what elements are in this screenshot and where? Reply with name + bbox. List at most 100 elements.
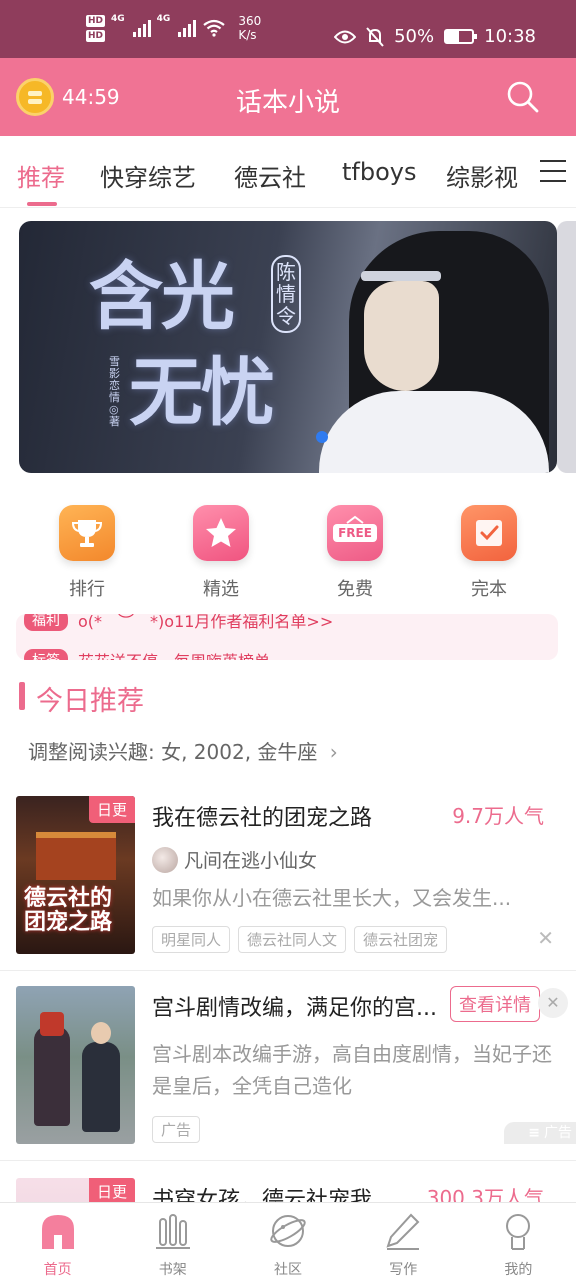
network-type: 4G: [111, 14, 125, 24]
book-popularity: 300.3万人气: [426, 1186, 544, 1202]
interest-text: 调整阅读兴趣: 女, 2002, 金牛座: [28, 740, 318, 764]
trophy-icon: [59, 505, 115, 561]
nav-label: 书架: [158, 1262, 187, 1278]
close-ad-icon[interactable]: ✕: [538, 988, 568, 1018]
battery-icon: [444, 29, 478, 44]
ad-card[interactable]: 宫斗剧情改编，满足你的宫... 查看详情 ✕ 宫斗剧本改编手游，高自由度剧情，当…: [0, 986, 576, 1146]
banner-subtitle: 陈情令: [271, 255, 301, 333]
tab-deyunshe[interactable]: 德云社: [234, 158, 306, 193]
ad-figure: [82, 1042, 120, 1132]
book-author[interactable]: 凡间在逃小仙女: [152, 846, 317, 873]
bookshelf-icon: [155, 1214, 190, 1249]
community-icon: [270, 1215, 306, 1247]
menu-icon[interactable]: [540, 160, 566, 182]
clock: 10:38: [484, 26, 536, 47]
category-tabs: 推荐 快穿综艺 德云社 tfboys 综影视: [0, 136, 576, 208]
ad-mark-text: 广告: [544, 1125, 572, 1141]
book-title[interactable]: 我在德云社的团宠之路: [152, 800, 372, 832]
status-bar: HD HD 4G 4G 360 K/s 50% 10:38: [0, 0, 576, 58]
nav-profile[interactable]: 我的: [461, 1203, 576, 1280]
quick-nav-free[interactable]: FREE 免费: [305, 500, 405, 601]
banner-character-face: [364, 281, 439, 391]
check-book-icon: [461, 505, 517, 561]
book-cover[interactable]: 日更: [16, 1178, 135, 1202]
dismiss-icon[interactable]: ✕: [537, 926, 554, 950]
ad-image[interactable]: [16, 986, 135, 1144]
signal-icon: [178, 19, 197, 37]
app-header: 44:59 话本小说: [0, 58, 576, 136]
mute-bell-icon: [366, 26, 384, 47]
book-tags: 明星同人 德云社同人文 德云社团宠: [152, 926, 448, 953]
tab-quick-transmigration[interactable]: 快穿综艺: [100, 158, 196, 193]
pen-icon: [386, 1213, 420, 1250]
ad-figure-head: [40, 1012, 64, 1036]
quick-nav-label: 排行: [69, 579, 105, 600]
network-speed: 360 K/s: [238, 14, 261, 42]
bottom-nav: 首页 书架 社区 写作 我的: [0, 1202, 576, 1280]
quick-nav-label: 精选: [203, 579, 239, 600]
search-icon[interactable]: [506, 80, 540, 114]
nav-home[interactable]: 首页: [0, 1203, 115, 1280]
home-icon: [41, 1215, 74, 1249]
banner-title-line: 无忧: [129, 350, 275, 436]
banner-title-line: 含光: [89, 254, 235, 340]
notice-row[interactable]: 福利 o(*￣︶￣*)o11月作者福利名单>>: [24, 614, 333, 632]
banner-title: 含光 无忧: [89, 249, 339, 441]
chevron-right-icon: ›: [329, 740, 338, 764]
book-description: 如果你从小在德云社里长大，又会发生...: [152, 886, 512, 910]
notice-text: 花花送不停，每周嗨蒐榜单: [78, 648, 270, 660]
divider: [0, 1160, 576, 1161]
cover-building: [36, 832, 116, 880]
quick-nav: 排行 精选 FREE 免费 完本: [0, 500, 576, 610]
tab-tfboys[interactable]: tfboys: [342, 158, 416, 186]
adjust-interest-link[interactable]: 调整阅读兴趣: 女, 2002, 金牛座 ›: [28, 736, 338, 765]
book-cover[interactable]: 德云社的团宠之路 日更: [16, 796, 135, 954]
view-details-button[interactable]: 查看详情: [450, 986, 540, 1022]
book-card[interactable]: 德云社的团宠之路 日更 我在德云社的团宠之路 9.7万人气 凡间在逃小仙女 如果…: [0, 796, 576, 970]
divider: [0, 970, 576, 971]
banner-character-crown: [361, 271, 441, 281]
tab-film-tv[interactable]: 综影视: [446, 158, 518, 193]
free-icon: FREE: [327, 505, 383, 561]
book-tag[interactable]: 德云社同人文: [238, 926, 347, 953]
nav-write[interactable]: 写作: [346, 1203, 461, 1280]
daily-update-badge: 日更: [88, 1178, 135, 1202]
book-tag[interactable]: 明星同人: [152, 926, 231, 953]
network-speed-unit: K/s: [238, 28, 257, 42]
profile-icon: [506, 1214, 531, 1250]
signal-icon: [132, 19, 151, 37]
daily-update-badge: 日更: [88, 796, 135, 823]
hd-badge: HD: [86, 29, 106, 42]
ad-figure: [34, 1026, 70, 1126]
nav-community[interactable]: 社区: [230, 1203, 345, 1280]
book-card[interactable]: 日更 书穿女孩，德云社宠我 300.3万人气: [0, 1178, 576, 1202]
banner-carousel[interactable]: 含光 无忧 陈情令 雪影恋情◎著: [19, 221, 557, 473]
network-speed-value: 360: [238, 14, 262, 28]
nav-label: 首页: [43, 1262, 72, 1278]
quick-nav-ranking[interactable]: 排行: [37, 500, 137, 601]
tab-recommend[interactable]: 推荐: [17, 158, 65, 193]
ad-tags: 广告: [152, 1116, 201, 1143]
section-accent-bar: [19, 682, 25, 710]
book-title[interactable]: 书穿女孩，德云社宠我: [152, 1182, 372, 1202]
quick-nav-completed[interactable]: 完本: [439, 500, 539, 601]
carousel-dot-active[interactable]: [316, 431, 328, 443]
hd-badge: HD: [86, 14, 106, 27]
section-title: 今日推荐: [36, 686, 144, 717]
book-tag[interactable]: 德云社团宠: [354, 926, 448, 953]
banner-next-peek[interactable]: [557, 221, 576, 473]
banner-author: 雪影恋情◎著: [109, 355, 120, 428]
eye-icon: [334, 30, 357, 43]
author-name: 凡间在逃小仙女: [184, 850, 318, 872]
notice-tag: 标签: [24, 649, 68, 660]
app-title: 话本小说: [235, 88, 340, 118]
network-type: 4G: [156, 14, 171, 24]
nav-label: 我的: [504, 1262, 533, 1278]
notice-row[interactable]: 标签 花花送不停，每周嗨蒐榜单: [24, 648, 270, 660]
book-popularity: 9.7万人气: [452, 804, 544, 828]
quick-nav-featured[interactable]: 精选: [171, 500, 271, 601]
notice-ticker[interactable]: 福利 o(*￣︶￣*)o11月作者福利名单>> 标签 花花送不停，每周嗨蒐榜单: [16, 614, 558, 660]
nav-bookshelf[interactable]: 书架: [115, 1203, 230, 1280]
notice-tag: 福利: [24, 614, 68, 631]
ad-title[interactable]: 宫斗剧情改编，满足你的宫...: [152, 990, 437, 1022]
